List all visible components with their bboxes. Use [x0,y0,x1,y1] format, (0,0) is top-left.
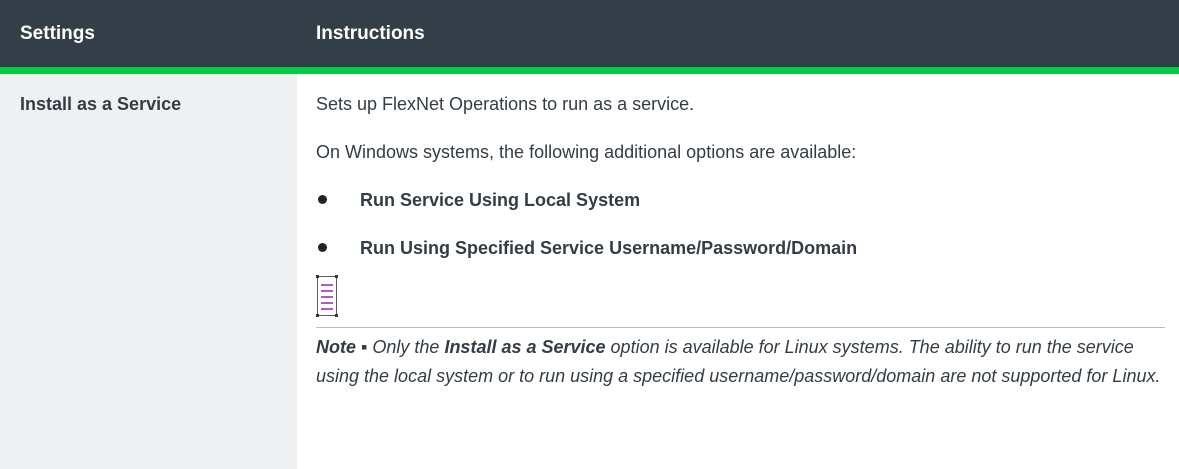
bullet-icon [318,242,327,252]
list-item: Run Service Using Local System [314,190,640,211]
note-emphasis: Install as a Service [444,337,606,357]
settings-cell: Install as a Service [0,74,297,469]
header-settings: Settings [20,23,95,44]
instructions-cell: Sets up FlexNet Operations to run as a s… [297,74,1179,469]
note-text: Note ▪ Only the Install as a Service opt… [316,333,1161,391]
settings-table: Settings Instructions Install as a Servi… [0,0,1179,469]
note-separator: ▪ [356,337,373,357]
header-instructions: Instructions [316,23,425,44]
bullet-icon [318,194,327,204]
note-lead: Only the [372,337,445,357]
list-item: Run Using Specified Service Username/Pas… [314,238,857,259]
note-icon [316,275,338,317]
setting-name: Install as a Service [20,94,182,114]
list-item-text: Run Service Using Local System [360,190,641,210]
table-header-row: Settings Instructions [0,0,1179,74]
note-label: Note [316,337,356,357]
note-divider [316,327,1165,328]
instruction-paragraph: Sets up FlexNet Operations to run as a s… [316,94,695,114]
instruction-paragraph: On Windows systems, the following additi… [316,142,857,162]
list-item-text: Run Using Specified Service Username/Pas… [360,238,858,258]
